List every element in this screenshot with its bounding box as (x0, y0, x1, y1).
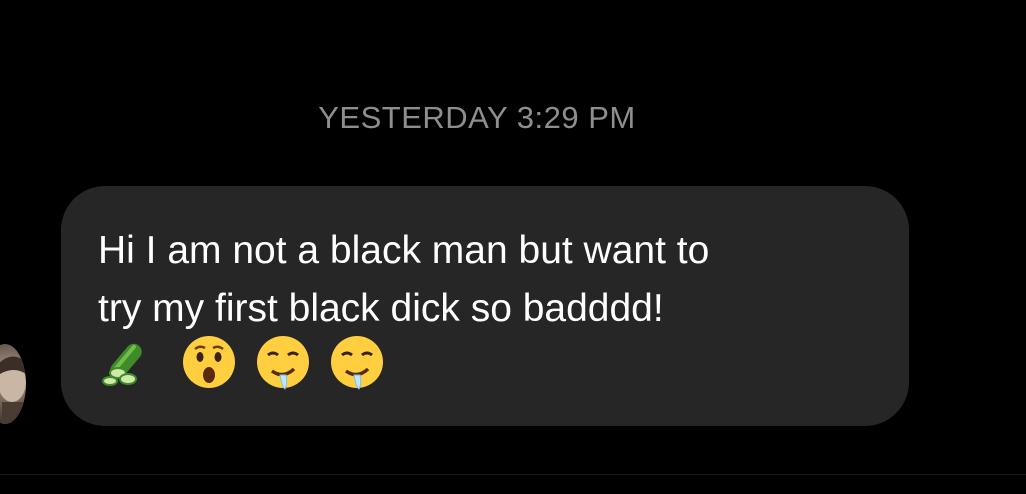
cucumber-icon (98, 333, 156, 391)
drooling-face-icon (254, 333, 312, 391)
bottom-divider (0, 474, 1026, 475)
hushed-face-icon (180, 333, 238, 391)
drooling-face-icon (328, 333, 386, 391)
message-text: Hi I am not a black man but want to try … (98, 229, 710, 330)
sender-avatar[interactable] (0, 344, 26, 424)
message-timestamp: YESTERDAY 3:29 PM (318, 100, 636, 135)
message-emoji-row (98, 332, 396, 392)
chat-screen: YESTERDAY 3:29 PM Hi I am not a black ma… (0, 0, 1026, 494)
